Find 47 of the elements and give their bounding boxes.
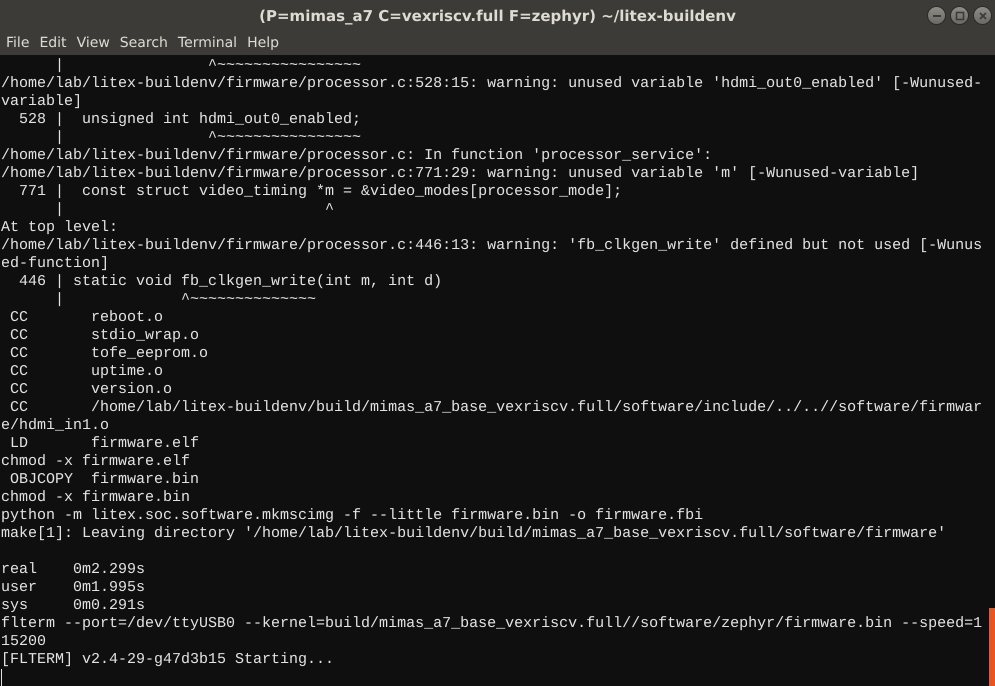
terminal-line: OBJCOPY firmware.bin [9, 471, 200, 489]
terminal-line: CC uptime.o [9, 363, 164, 381]
terminal-line: 446 | static void fb_clkgen_write(int m, int d) [18, 273, 444, 291]
maximize-button[interactable] [950, 6, 969, 25]
menu-item[interactable]: Search [116, 35, 172, 51]
terminal-line: LD firmware.elf [9, 435, 200, 453]
maximize-icon [954, 10, 964, 20]
terminal-line: variable] [0, 93, 84, 111]
terminal-line: ed-function] [0, 255, 110, 273]
terminal-line: 771 | const struct video_timing *m = &video_modes[processor_mode]; [18, 183, 624, 201]
terminal-line: sys 0m0.291s [0, 597, 146, 615]
terminal-line: CC tofe_eeprom.o [9, 345, 210, 363]
scrollbar-thumb[interactable] [989, 608, 995, 686]
menu-item[interactable]: Edit [35, 35, 71, 51]
terminal-line: [FLTERM] v2.4-29-g47d3b15 Starting... [0, 651, 336, 669]
text-cursor [1, 669, 2, 686]
terminal-line: make[1]: Leaving directory '/home/lab/litex-buildenv/build/mimas_a7_base_vexriscv.full/software/firmware' [0, 525, 948, 543]
terminal-line: CC reboot.o [9, 309, 164, 327]
terminal-line: python -m litex.soc.software.mkmscimg -f --little firmware.bin -o firmware.fbi [0, 507, 704, 525]
terminal-line: 15200 [0, 633, 48, 651]
minimize-button[interactable] [927, 6, 946, 25]
terminal-line: At top level: [0, 219, 120, 237]
window-title: (P=mimas_a7 C=vexriscv.full F=zephyr) ~/litex-buildenv [259, 6, 736, 24]
terminal-line: CC /home/lab/litex-buildenv/build/mimas_a7_base_vexriscv.full/software/include/../..//software/firmwar [9, 399, 984, 417]
terminal-line: | ^ [54, 201, 336, 219]
menu-item[interactable]: File [2, 35, 34, 51]
terminal-line: 528 | unsigned int hdmi_out0_enabled; [18, 111, 362, 129]
terminal-line: chmod -x firmware.bin [0, 489, 192, 507]
menu-item[interactable]: Terminal [174, 35, 242, 51]
terminal-line: | ^~~~~~~~~~~~~~~~~ [54, 129, 362, 147]
terminal-line: /home/lab/litex-buildenv/firmware/processor.c:446:13: warning: 'fb_clkgen_write' defined but not used [-Wunus [0, 237, 984, 255]
terminal-line: | ^~~~~~~~~~~~~~~~~ [54, 57, 362, 75]
terminal-line: CC version.o [9, 381, 174, 399]
terminal-line: /home/lab/litex-buildenv/firmware/processor.c:528:15: warning: unused variable 'hdmi_out0_enabled' [-Wunused- [0, 75, 984, 93]
close-button[interactable] [973, 6, 992, 25]
terminal-line: user 0m1.995s [0, 579, 146, 597]
close-icon [978, 10, 988, 20]
terminal-line: /home/lab/litex-buildenv/firmware/processor.c: In function 'processor_service': [0, 147, 714, 165]
terminal-line: CC stdio_wrap.o [9, 327, 200, 345]
terminal-line: e/hdmi_in1.o [0, 417, 110, 435]
menu-item[interactable]: Help [243, 35, 283, 51]
terminal-line: flterm --port=/dev/ttyUSB0 --kernel=build/mimas_a7_base_vexriscv.full//software/zephyr/firmware.bin --speed=1 [0, 615, 984, 633]
terminal-line: real 0m2.299s [0, 561, 146, 579]
menu-item[interactable]: View [72, 35, 114, 51]
terminal-line: chmod -x firmware.elf [0, 453, 192, 471]
terminal-line: | ^~~~~~~~~~~~~~~ [54, 291, 318, 309]
terminal-line: /home/lab/litex-buildenv/firmware/processor.c:771:29: warning: unused variable 'm' [-Wunused-variable] [0, 165, 920, 183]
